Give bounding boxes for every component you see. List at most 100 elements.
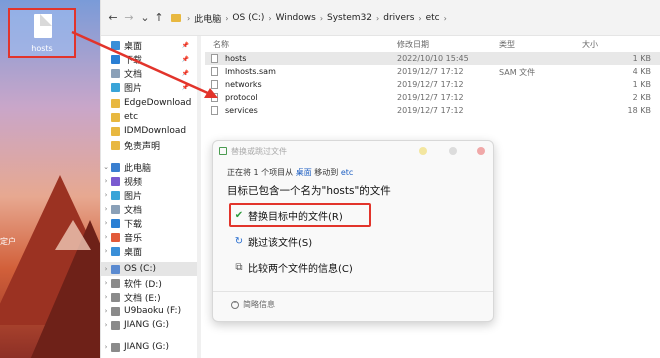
pin-icon: 📌 <box>181 41 189 49</box>
maximize-button[interactable] <box>449 147 457 155</box>
sidebar-item[interactable]: › JIANG (G:) <box>101 318 197 332</box>
skip-icon: ↻ <box>234 235 244 247</box>
sidebar-item-label: 下载 <box>124 219 143 230</box>
chevron-icon[interactable]: › <box>101 293 111 301</box>
navigation-scrollbar[interactable] <box>197 36 201 358</box>
sidebar-item[interactable]: 下载 📌 <box>101 52 197 66</box>
folder-icon <box>111 112 120 122</box>
forward-icon[interactable]: → <box>123 12 135 24</box>
table-row[interactable]: lmhosts.sam 2019/12/7 17:12 SAM 文件 4 KB <box>205 65 660 78</box>
column-header-size[interactable]: 大小 <box>582 39 598 50</box>
minimize-button[interactable] <box>419 147 427 155</box>
sidebar-item[interactable]: IDMDownload <box>101 124 197 138</box>
chevron-icon[interactable]: › <box>101 307 111 315</box>
sidebar-item[interactable]: › JIANG (G:) <box>101 340 197 354</box>
sidebar-item[interactable]: 免责声明 <box>101 138 197 152</box>
file-name: lmhosts.sam <box>225 67 276 76</box>
chevron-icon[interactable]: ⌄ <box>101 163 111 171</box>
back-icon[interactable]: ← <box>107 12 119 24</box>
sidebar-item[interactable]: › U9baoku (F:) <box>101 304 197 318</box>
chevron-icon[interactable]: › <box>101 265 111 273</box>
sidebar-item[interactable]: 图片 📌 <box>101 80 197 94</box>
dialog-option[interactable]: ↻ 跳过该文件(S) <box>233 232 312 250</box>
dialog-option[interactable]: ✔ 替换目标中的文件(R) <box>233 206 343 224</box>
this-pc-icon <box>111 162 120 172</box>
file-date: 2019/12/7 17:12 <box>397 106 464 115</box>
dialog-option[interactable]: ⧉ 比较两个文件的信息(C) <box>233 258 352 276</box>
breadcrumb-item[interactable]: OS (C:) <box>232 13 264 23</box>
drive-icon <box>111 306 120 316</box>
chevron-right-icon[interactable]: › <box>187 14 190 23</box>
sidebar-item[interactable]: › 文档 <box>101 202 197 216</box>
chevron-icon[interactable]: › <box>101 177 111 185</box>
column-header-date[interactable]: 修改日期 <box>397 39 429 50</box>
desktop-wallpaper-peak <box>55 220 91 250</box>
dialog-option-label: 替换目标中的文件(R) <box>248 211 343 223</box>
dialog-heading: 目标已包含一个名为"hosts"的文件 <box>227 185 391 197</box>
column-header-type[interactable]: 类型 <box>499 39 515 50</box>
sidebar-item[interactable]: › 软件 (D:) <box>101 276 197 290</box>
breadcrumb-item[interactable]: drivers <box>383 13 414 23</box>
sidebar-item[interactable]: ⌄ 此电脑 <box>101 160 197 174</box>
breadcrumb[interactable]: › 此电脑 › OS (C:) › Windows › System32 › drivers › et… <box>171 8 641 28</box>
column-header-name[interactable]: 名称 <box>213 39 229 50</box>
sidebar-item[interactable]: etc <box>101 110 197 124</box>
chevron-icon[interactable]: › <box>101 343 111 351</box>
chevron-right-icon[interactable]: › <box>320 14 323 23</box>
file-icon <box>211 67 218 76</box>
chevron-icon[interactable]: › <box>101 247 111 255</box>
sidebar-item-label: 音乐 <box>124 233 143 244</box>
sidebar-item-label: 软件 (D:) <box>124 279 162 290</box>
chevron-icon[interactable]: › <box>101 191 111 199</box>
sidebar-item-label: 视频 <box>124 177 143 188</box>
pictures-icon <box>111 190 120 200</box>
destination-folder-link[interactable]: etc <box>341 168 353 177</box>
sidebar-item-label: 此电脑 <box>124 163 152 174</box>
table-row[interactable]: networks 2019/12/7 17:12 1 KB <box>205 78 660 91</box>
subtitle-text: 移动到 <box>314 168 339 177</box>
breadcrumb-item[interactable]: Windows <box>276 13 316 23</box>
chevron-icon[interactable]: › <box>101 279 111 287</box>
sidebar-item[interactable]: › 音乐 <box>101 230 197 244</box>
fewer-details-button[interactable]: ⌃ 简略信息 <box>231 299 275 310</box>
file-size: 4 KB <box>632 67 651 76</box>
chevron-right-icon[interactable]: › <box>418 14 421 23</box>
breadcrumb-item[interactable]: 此电脑 <box>194 12 221 25</box>
download-icon <box>111 54 120 64</box>
chevron-icon[interactable]: › <box>101 219 111 227</box>
table-row[interactable]: protocol 2019/12/7 17:12 2 KB <box>205 91 660 104</box>
close-button[interactable] <box>477 147 485 155</box>
sidebar-item[interactable]: EdgeDownload <box>101 96 197 110</box>
sidebar-item[interactable]: › OS (C:) <box>101 262 197 276</box>
file-name: hosts <box>225 54 247 63</box>
chevron-icon[interactable]: › <box>101 321 111 329</box>
sidebar-item-label: U9baoku (F:) <box>124 306 182 316</box>
file-date: 2019/12/7 17:12 <box>397 93 464 102</box>
file-list: 名称 修改日期 类型 大小 hosts 2022/10/10 15:45 1 KB l… <box>205 36 660 136</box>
chevron-right-icon[interactable]: › <box>268 14 271 23</box>
sidebar-item[interactable]: › 桌面 <box>101 244 197 258</box>
sidebar-item[interactable]: › 视频 <box>101 174 197 188</box>
sidebar-item[interactable]: › 下载 <box>101 216 197 230</box>
chevron-icon[interactable]: › <box>101 205 111 213</box>
chevron-right-icon[interactable]: › <box>444 14 447 23</box>
breadcrumb-item[interactable]: System32 <box>327 13 372 23</box>
sidebar-item[interactable]: 桌面 📌 <box>101 38 197 52</box>
sidebar-item[interactable]: 文档 📌 <box>101 66 197 80</box>
sidebar-item[interactable]: › 图片 <box>101 188 197 202</box>
desktop-hosts-file[interactable]: hosts <box>8 8 76 58</box>
chevron-icon[interactable]: › <box>101 233 111 241</box>
dialog-title: 替换或跳过文件 <box>231 147 287 156</box>
source-folder-link[interactable]: 桌面 <box>296 168 312 177</box>
address-bar: ← → ⌄ ↑ › 此电脑 › OS (C:) › Windows › System32 › dr… <box>101 0 660 36</box>
table-row[interactable]: services 2019/12/7 17:12 18 KB <box>205 104 660 117</box>
chevron-right-icon[interactable]: › <box>376 14 379 23</box>
breadcrumb-item[interactable]: etc <box>426 13 440 23</box>
sidebar-item[interactable]: › 文档 (E:) <box>101 290 197 304</box>
table-row[interactable]: hosts 2022/10/10 15:45 1 KB <box>205 52 660 65</box>
chevron-right-icon[interactable]: › <box>225 14 228 23</box>
dialog-footer-divider <box>213 291 493 292</box>
up-icon[interactable]: ↑ <box>153 12 165 24</box>
recent-locations-icon[interactable]: ⌄ <box>139 12 151 24</box>
file-date: 2019/12/7 17:12 <box>397 80 464 89</box>
